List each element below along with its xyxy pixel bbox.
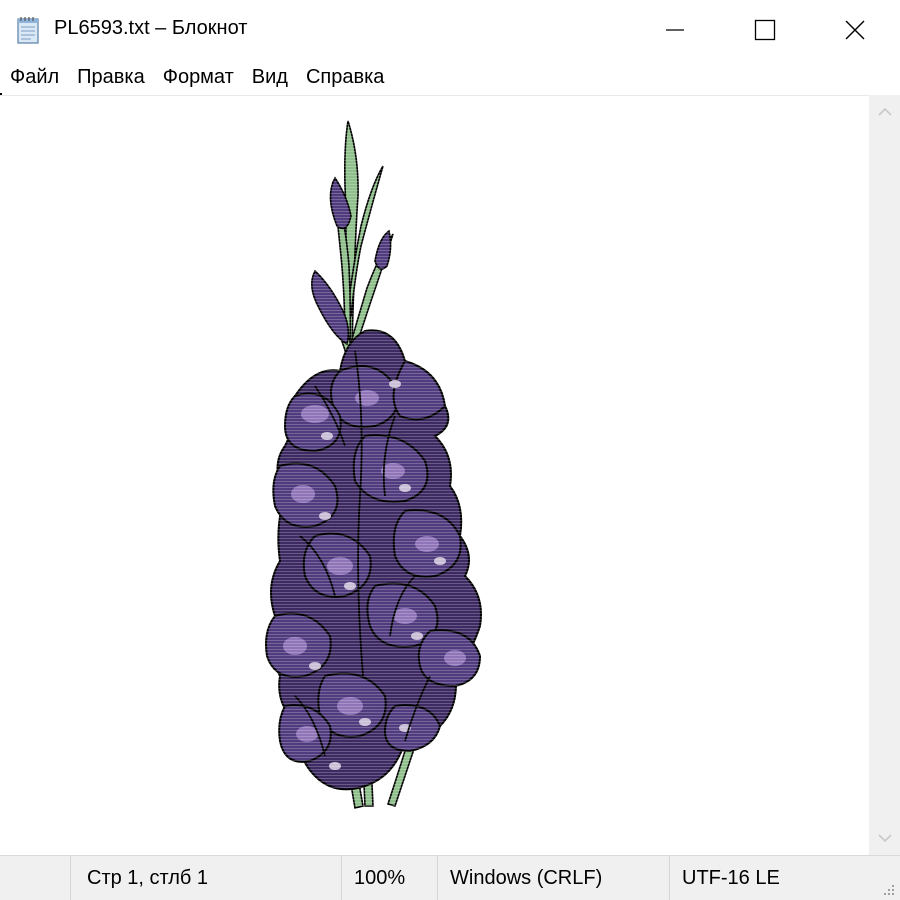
status-bar: Стр 1, стлб 1 100% Windows (CRLF) UTF-16… — [0, 855, 900, 900]
minimize-icon — [666, 29, 684, 31]
status-zoom: 100% — [341, 856, 437, 900]
notepad-window: PL6593.txt – Блокнот Файл Правка Формат … — [0, 0, 900, 900]
title-bar[interactable]: PL6593.txt – Блокнот — [0, 0, 900, 60]
resize-grip-icon[interactable] — [880, 881, 896, 897]
text-editor-area[interactable] — [0, 95, 869, 856]
status-cursor-position: Стр 1, стлб 1 — [70, 856, 341, 900]
menu-file[interactable]: Файл — [0, 60, 68, 94]
close-icon — [845, 20, 865, 40]
menu-help[interactable]: Справка — [297, 60, 393, 94]
chevron-up-icon — [877, 107, 892, 116]
menu-bar: Файл Правка Формат Вид Справка — [0, 60, 900, 94]
close-button[interactable] — [810, 0, 900, 60]
maximize-icon — [754, 19, 776, 41]
window-title: PL6593.txt – Блокнот — [54, 17, 248, 39]
notepad-icon[interactable] — [16, 16, 42, 44]
minimize-button[interactable] — [630, 0, 720, 60]
gladiolus-ascii-art — [255, 116, 495, 816]
menu-edit[interactable]: Правка — [68, 60, 154, 94]
scroll-down-button[interactable] — [869, 821, 900, 855]
status-encoding: UTF-16 LE — [669, 856, 869, 900]
status-line-endings: Windows (CRLF) — [437, 856, 669, 900]
chevron-down-icon — [877, 834, 892, 843]
menu-format[interactable]: Формат — [154, 60, 243, 94]
vertical-scrollbar[interactable] — [869, 95, 900, 855]
status-empty-cell — [0, 856, 70, 900]
scroll-up-button[interactable] — [869, 95, 900, 129]
maximize-button[interactable] — [720, 0, 810, 60]
menu-view[interactable]: Вид — [243, 60, 297, 94]
